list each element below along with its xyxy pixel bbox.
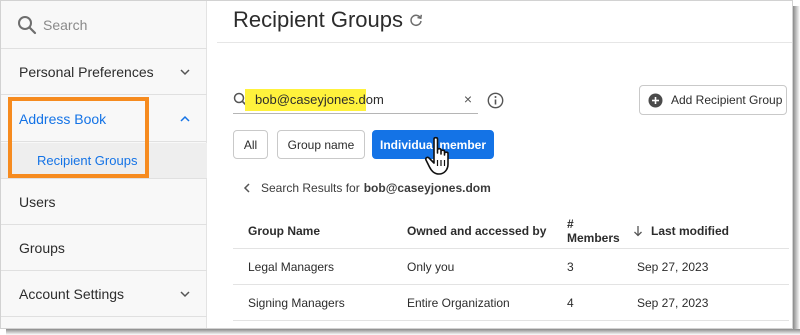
filter-label: All	[243, 137, 258, 152]
member-search-field[interactable]: bob@caseyjones.dom ×	[233, 87, 478, 114]
refresh-icon[interactable]	[409, 13, 423, 27]
clear-search-icon[interactable]: ×	[464, 91, 472, 107]
hand-cursor-icon	[424, 136, 449, 175]
table-row[interactable]: Legal Managers Only you 3 Sep 27, 2023	[233, 249, 789, 285]
column-header-label: Last modified	[651, 223, 730, 238]
table-header: Group Name Owned and accessed by # Membe…	[233, 213, 789, 249]
arrow-down-icon	[634, 225, 642, 236]
sidebar-item-label: Account Settings	[19, 285, 125, 302]
chevron-down-icon	[180, 290, 190, 297]
app-window: Search Personal Preferences Address Book…	[0, 0, 793, 329]
cell-group-name: Legal Managers	[248, 259, 335, 274]
filter-all-button[interactable]: All	[233, 130, 268, 159]
cell-members: 3	[567, 259, 574, 274]
filter-group-name-button[interactable]: Group name	[277, 130, 365, 159]
cell-owned-by: Only you	[407, 259, 455, 274]
sidebar-item-groups[interactable]: Groups	[1, 225, 207, 271]
filter-label: Group name	[287, 137, 355, 152]
sidebar-item-account-settings[interactable]: Account Settings	[1, 271, 207, 317]
table-row[interactable]: Signing Managers Entire Organization 4 S…	[233, 285, 789, 321]
title-divider	[217, 42, 792, 43]
window-shadow-right	[793, 6, 800, 335]
sidebar-search[interactable]: Search	[1, 1, 207, 49]
chevron-down-icon	[180, 68, 190, 75]
sidebar-item-label: Groups	[19, 239, 65, 256]
column-header-owned-by[interactable]: Owned and accessed by	[392, 224, 552, 238]
sidebar-item-label: Personal Preferences	[19, 63, 154, 80]
recipient-groups-table: Group Name Owned and accessed by # Membe…	[233, 213, 789, 321]
page-title-text: Recipient Groups	[233, 7, 403, 32]
results-prefix: Search Results for	[261, 181, 360, 195]
column-header-members[interactable]: # Members	[552, 217, 627, 245]
sidebar-item-users[interactable]: Users	[1, 179, 207, 225]
add-recipient-group-button[interactable]: Add Recipient Group	[639, 85, 787, 115]
member-search-value[interactable]: bob@caseyjones.dom	[255, 92, 384, 107]
cell-owned-by: Entire Organization	[407, 295, 510, 310]
sidebar-search-placeholder: Search	[43, 16, 88, 33]
search-results-breadcrumb: Search Results for bob@caseyjones.dom	[243, 181, 491, 195]
cell-members: 4	[567, 295, 574, 310]
column-header-group-name[interactable]: Group Name	[233, 224, 392, 238]
cell-last-modified: Sep 27, 2023	[637, 295, 709, 310]
info-icon[interactable]	[487, 92, 504, 109]
sidebar-item-label: Users	[19, 193, 56, 210]
search-icon	[18, 15, 37, 34]
page-title: Recipient Groups	[233, 7, 423, 33]
column-header-last-modified[interactable]: Last modified	[627, 224, 789, 238]
results-query: bob@caseyjones.dom	[363, 181, 491, 195]
cell-group-name: Signing Managers	[248, 295, 345, 310]
highlight-annotation-box	[8, 97, 149, 178]
chevron-up-icon	[180, 115, 190, 122]
plus-circle-icon	[648, 93, 663, 107]
window-shadow-bottom	[6, 329, 800, 335]
chevron-left-icon[interactable]	[243, 183, 251, 193]
cell-last-modified: Sep 27, 2023	[637, 259, 709, 274]
sidebar-item-personal-preferences[interactable]: Personal Preferences	[1, 49, 207, 95]
add-recipient-group-label: Add Recipient Group	[671, 93, 783, 107]
